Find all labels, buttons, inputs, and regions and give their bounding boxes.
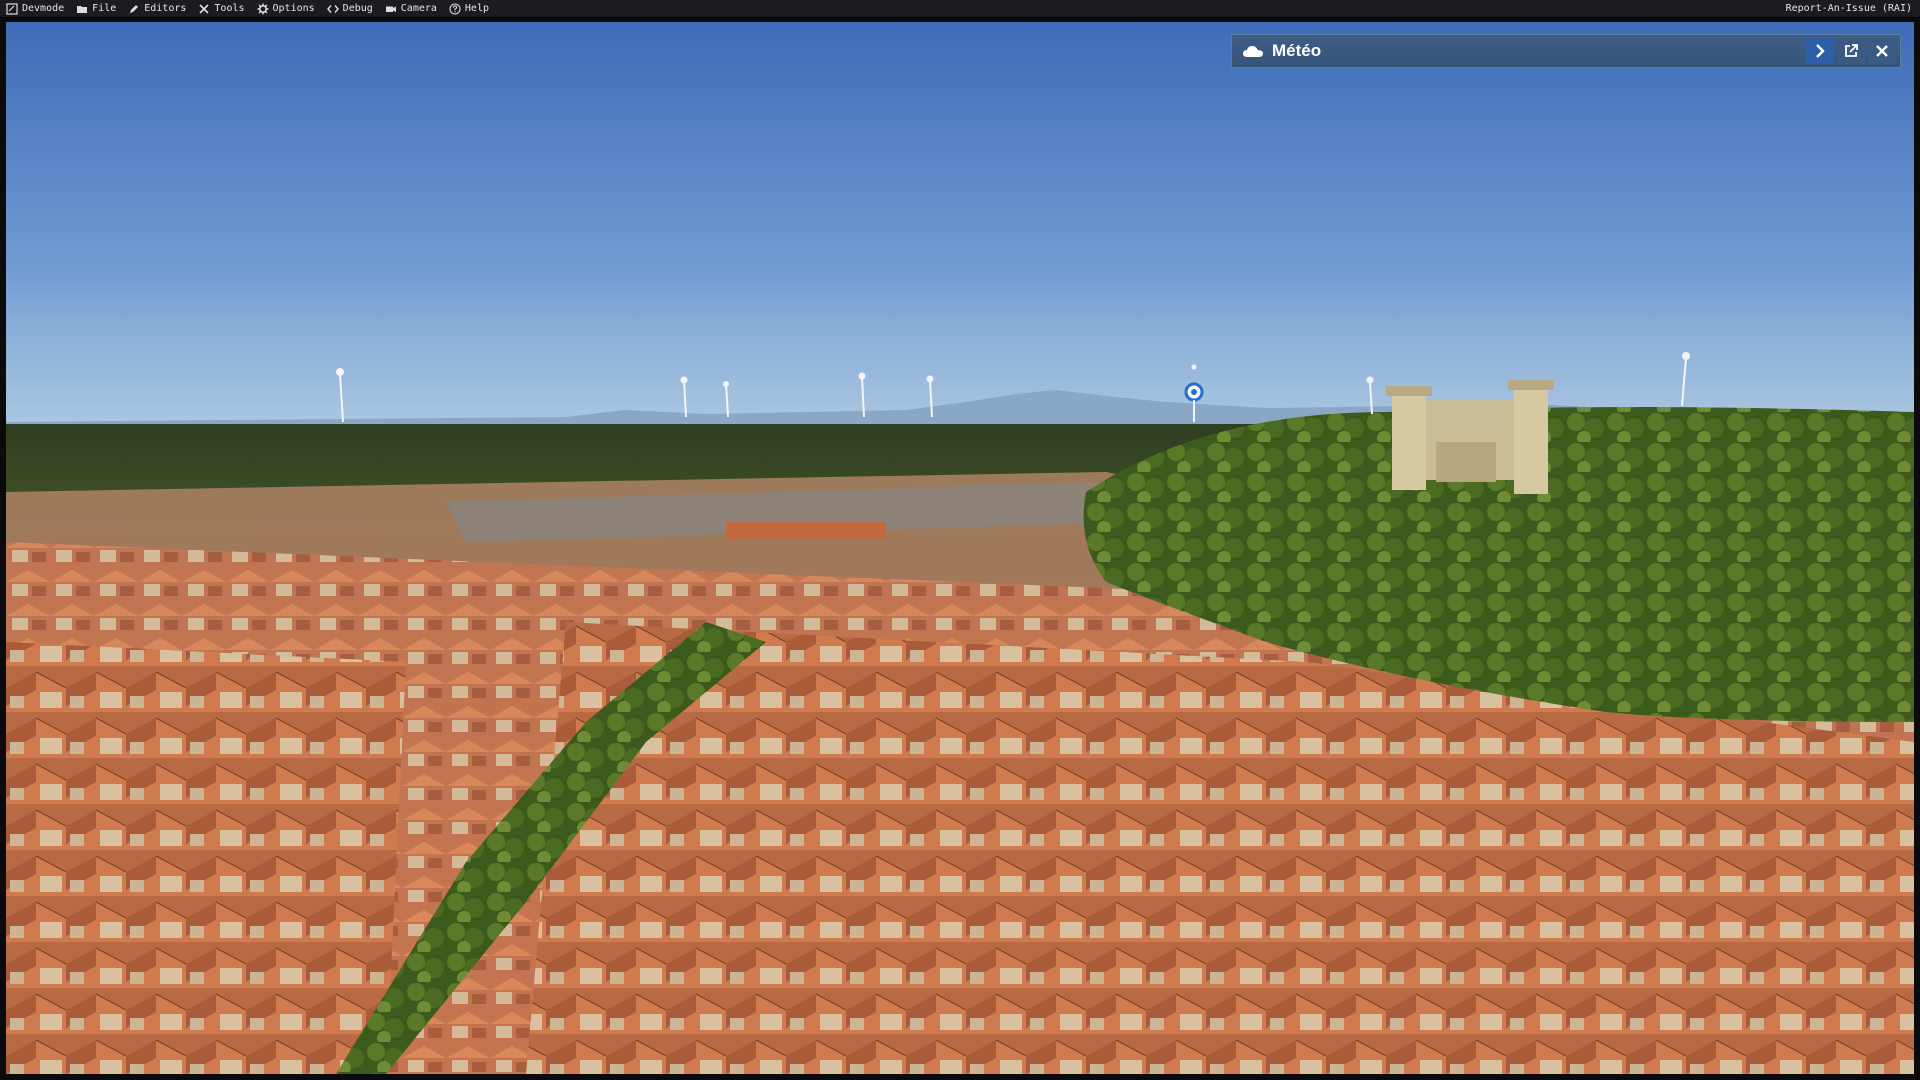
menu-camera[interactable]: Camera	[379, 0, 443, 18]
close-panel-button[interactable]	[1868, 38, 1896, 64]
report-an-issue-label: Report-An-Issue (RAI)	[1785, 3, 1912, 14]
devmode-icon	[6, 2, 18, 15]
scene-render	[6, 22, 1914, 1074]
gear-icon	[257, 3, 269, 14]
menu-options-label: Options	[272, 3, 315, 14]
chevron-right-icon	[1816, 44, 1825, 58]
folder-icon	[77, 5, 88, 13]
menu-debug-label: Debug	[342, 3, 373, 14]
menu-camera-label: Camera	[400, 3, 437, 14]
report-an-issue-button[interactable]: Report-An-Issue (RAI)	[1780, 0, 1920, 18]
devmode-menubar: Devmode File Editors Tools Options Debug	[0, 0, 1920, 18]
popout-icon	[1845, 44, 1858, 57]
menu-editors-label: Editors	[144, 3, 187, 14]
tools-icon	[199, 3, 209, 14]
camera-icon	[385, 6, 396, 12]
menu-tools-label: Tools	[214, 3, 245, 14]
meteo-panel-buttons	[1806, 38, 1896, 64]
menu-file[interactable]: File	[70, 0, 122, 18]
pencil-icon	[130, 4, 139, 13]
meteo-panel-title: Météo	[1272, 41, 1322, 60]
menu-debug[interactable]: Debug	[321, 0, 379, 18]
menu-help-label: Help	[464, 3, 489, 14]
meteo-panel[interactable]: Météo	[1231, 34, 1901, 68]
menu-editors[interactable]: Editors	[122, 0, 192, 18]
menu-devmode-label: Devmode	[22, 3, 65, 14]
scene-viewport[interactable]	[6, 22, 1914, 1074]
code-icon	[326, 4, 339, 13]
expand-panel-button[interactable]	[1806, 38, 1834, 64]
cloud-icon	[1243, 46, 1263, 57]
close-icon	[1876, 45, 1888, 57]
menu-file-label: File	[92, 3, 117, 14]
menu-devmode[interactable]: Devmode	[0, 0, 70, 18]
help-icon	[449, 2, 461, 15]
popout-panel-button[interactable]	[1837, 38, 1865, 64]
menu-help[interactable]: Help	[443, 0, 495, 18]
menu-tools[interactable]: Tools	[192, 0, 250, 18]
menu-options[interactable]: Options	[251, 0, 321, 18]
